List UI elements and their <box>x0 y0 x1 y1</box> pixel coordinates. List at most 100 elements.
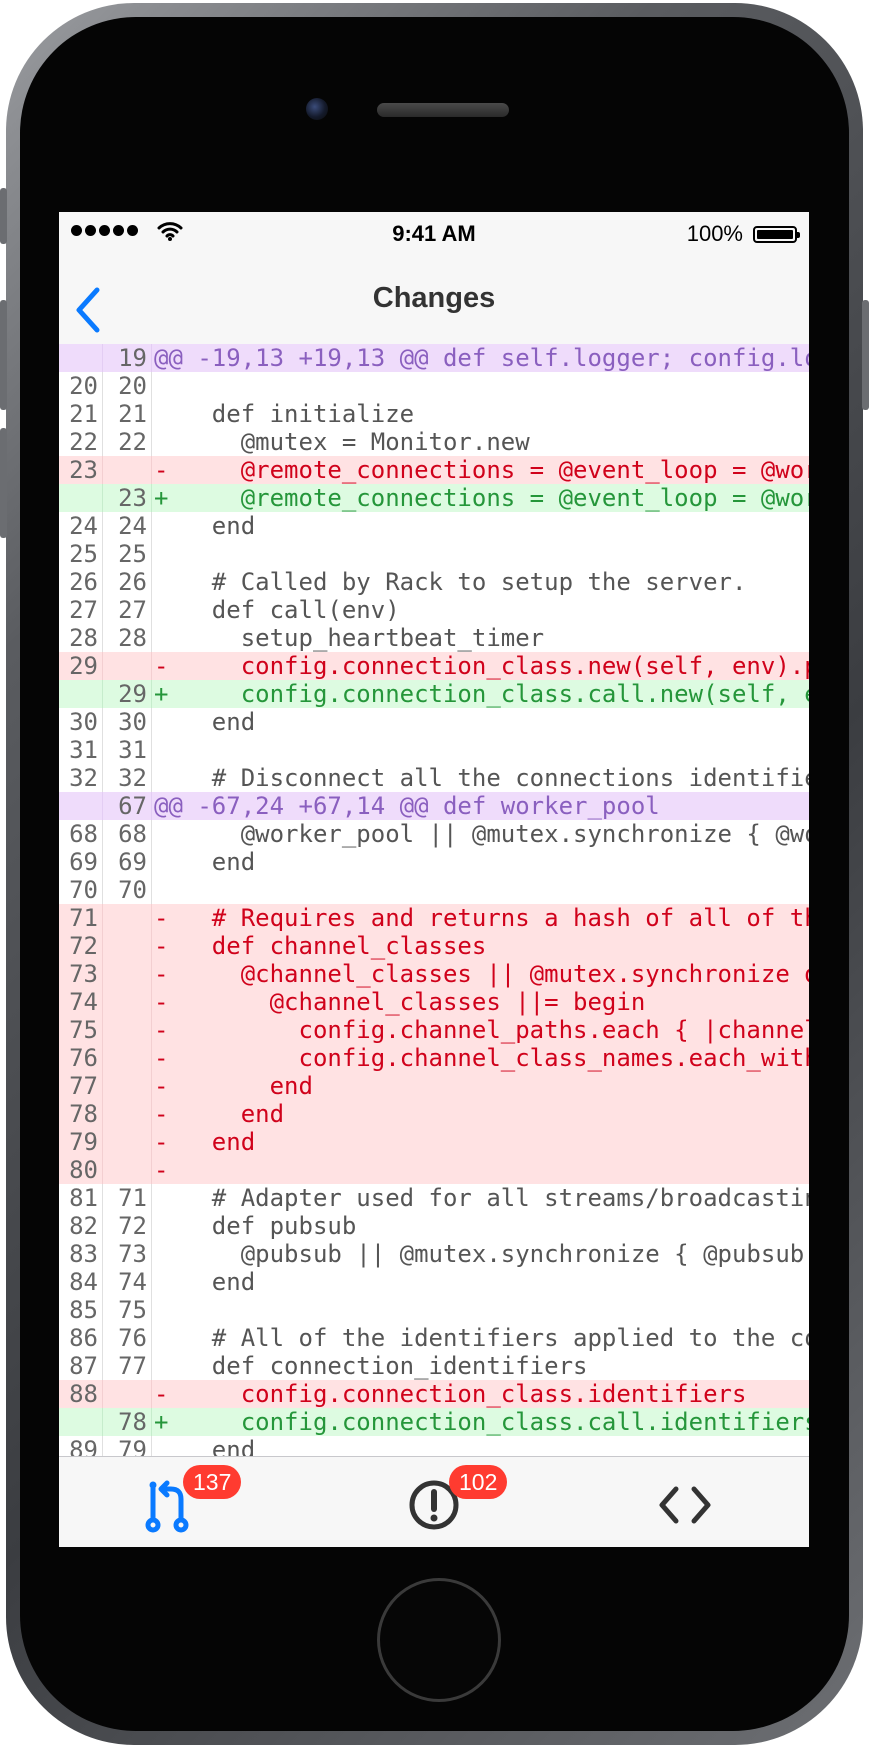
diff-line-context: 81 71 # Adapter used for all streams/broa… <box>59 1184 809 1212</box>
old-line-number: 74 <box>59 988 103 1016</box>
old-line-number: 75 <box>59 1016 103 1044</box>
diff-line-added: 78 + config.connection_class.call.identif… <box>59 1408 809 1436</box>
tab-pull-requests[interactable]: 137 <box>59 1457 309 1547</box>
code-text: # All of the identifiers applied to the … <box>154 1324 809 1352</box>
navigation-bar: Changes <box>59 254 809 355</box>
diff-line-removed: 75 - config.channel_paths.each { |channel… <box>59 1016 809 1044</box>
code-text: - def channel_classes <box>154 932 487 960</box>
diff-line-context: 26 26 # Called by Rack to setup the serve… <box>59 568 809 596</box>
old-line-number: 20 <box>59 372 103 400</box>
issues-badge: 102 <box>449 1465 508 1499</box>
old-line-number: 26 <box>59 568 103 596</box>
new-line-number: 23 <box>103 484 152 512</box>
new-line-number <box>103 932 152 960</box>
diff-line-removed: 73 - @channel_classes || @mutex.synchroni… <box>59 960 809 988</box>
tab-code[interactable] <box>559 1457 809 1547</box>
new-line-number <box>103 1156 152 1184</box>
new-line-number: 76 <box>103 1324 152 1352</box>
code-text: - config.connection_class.new(self, env)… <box>154 652 809 680</box>
diff-line-context: 69 69 end <box>59 848 809 876</box>
code-text: - # Requires and returns a hash of all o… <box>154 904 809 932</box>
old-line-number: 32 <box>59 764 103 792</box>
code-text: - <box>154 1156 169 1184</box>
diff-line-context: 86 76 # All of the identifiers applied to… <box>59 1324 809 1352</box>
diff-line-context: 87 77 def connection_identifiers <box>59 1352 809 1380</box>
old-line-number: 22 <box>59 428 103 456</box>
new-line-number <box>103 1128 152 1156</box>
old-line-number: 89 <box>59 1436 103 1456</box>
code-text: - config.connection_class.identifiers <box>154 1380 747 1408</box>
diff-line-removed: 77 - end <box>59 1072 809 1100</box>
old-line-number: 23 <box>59 456 103 484</box>
new-line-number: 78 <box>103 1408 152 1436</box>
diff-hunk-header: 19 @@ -19,13 +19,13 @@ def self.logger; c… <box>59 344 809 372</box>
code-text: @@ -19,13 +19,13 @@ def self.logger; con… <box>154 344 809 372</box>
new-line-number: 79 <box>103 1436 152 1456</box>
new-line-number: 31 <box>103 736 152 764</box>
old-line-number: 86 <box>59 1324 103 1352</box>
new-line-number: 22 <box>103 428 152 456</box>
code-text: - config.channel_class_names.each_with_o… <box>154 1044 809 1072</box>
new-line-number <box>103 988 152 1016</box>
code-text: end <box>154 848 256 876</box>
diff-line-added: 23 + @remote_connections = @event_loop = … <box>59 484 809 512</box>
code-text: setup_heartbeat_timer <box>154 624 545 652</box>
new-line-number: 71 <box>103 1184 152 1212</box>
diff-line-context: 84 74 end <box>59 1268 809 1296</box>
new-line-number: 32 <box>103 764 152 792</box>
code-text: - @remote_connections = @event_loop = @w… <box>154 456 809 484</box>
tab-issues[interactable]: 102 <box>309 1457 559 1547</box>
code-text: def pubsub <box>154 1212 357 1240</box>
diff-line-added: 29 + config.connection_class.call.new(sel… <box>59 680 809 708</box>
old-line-number: 88 <box>59 1380 103 1408</box>
old-line-number: 25 <box>59 540 103 568</box>
home-button[interactable] <box>377 1578 501 1702</box>
old-line-number: 87 <box>59 1352 103 1380</box>
old-line-number: 31 <box>59 736 103 764</box>
old-line-number: 72 <box>59 932 103 960</box>
old-line-number: 76 <box>59 1044 103 1072</box>
diff-line-context: 30 30 end <box>59 708 809 736</box>
old-line-number: 28 <box>59 624 103 652</box>
screen: 9:41 AM 100% Changes 19 @@ -19,13 +19,13 … <box>59 212 809 1547</box>
code-text: end <box>154 708 256 736</box>
diff-line-removed: 23 - @remote_connections = @event_loop = … <box>59 456 809 484</box>
old-line-number: 84 <box>59 1268 103 1296</box>
code-text: + config.connection_class.call.new(self,… <box>154 680 809 708</box>
code-text: - end <box>154 1100 285 1128</box>
new-line-number: 25 <box>103 540 152 568</box>
old-line-number <box>59 792 103 820</box>
new-line-number <box>103 1016 152 1044</box>
power-button <box>862 300 869 410</box>
old-line-number <box>59 344 103 372</box>
old-line-number <box>59 484 103 512</box>
diff-line-context: 70 70 <box>59 876 809 904</box>
diff-line-removed: 72 - def channel_classes <box>59 932 809 960</box>
new-line-number: 70 <box>103 876 152 904</box>
old-line-number: 73 <box>59 960 103 988</box>
tab-bar: 137 102 <box>59 1456 809 1547</box>
diff-line-removed: 79 - end <box>59 1128 809 1156</box>
code-text: - @channel_classes ||= begin <box>154 988 646 1016</box>
code-icon <box>659 1486 711 1524</box>
new-line-number: 30 <box>103 708 152 736</box>
new-line-number <box>103 904 152 932</box>
code-text: end <box>154 1436 256 1456</box>
old-line-number: 70 <box>59 876 103 904</box>
code-text: @worker_pool || @mutex.synchronize { @wo… <box>240 820 809 848</box>
new-line-number: 24 <box>103 512 152 540</box>
volume-down-button <box>0 428 7 538</box>
code-text: @@ -67,24 +67,14 @@ def worker_pool <box>154 792 660 820</box>
old-line-number: 30 <box>59 708 103 736</box>
new-line-number <box>103 652 152 680</box>
diff-line-context: 31 31 <box>59 736 809 764</box>
old-line-number: 77 <box>59 1072 103 1100</box>
diff-view[interactable]: 19 @@ -19,13 +19,13 @@ def self.logger; c… <box>59 344 809 1456</box>
new-line-number: 28 <box>103 624 152 652</box>
new-line-number: 21 <box>103 400 152 428</box>
code-text: - end <box>154 1072 313 1100</box>
